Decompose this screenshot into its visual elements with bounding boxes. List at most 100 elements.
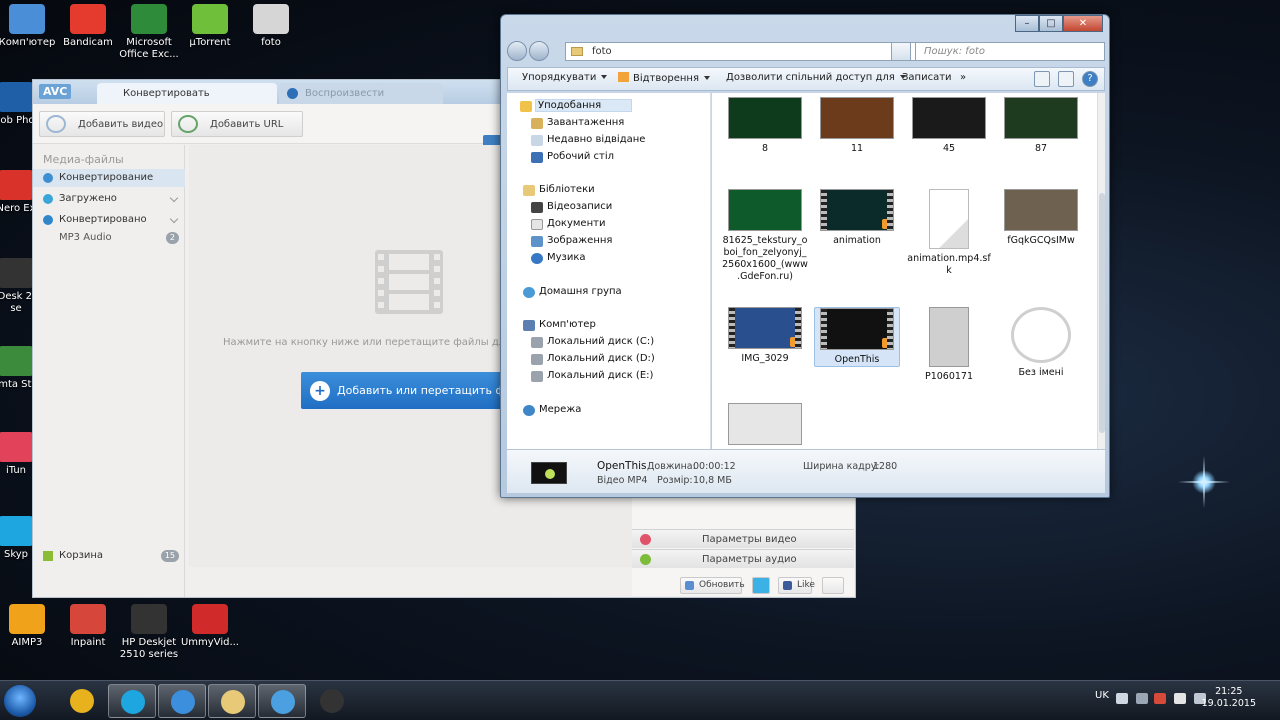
nav-drive-e[interactable]: Локальний диск (E:) [531,370,653,382]
file-list-scrollbar[interactable] [1097,93,1105,467]
search-input[interactable]: Пошук: foto [915,42,1105,61]
nav-favorites[interactable]: Уподобання [520,99,633,112]
sidebar-item-label: Конвертировано [59,214,147,225]
file-item[interactable]: 8 [722,97,808,155]
desktop-icon [531,152,543,163]
keyboard-icon[interactable] [1116,693,1128,704]
update-icon [685,581,694,590]
app-icon [9,4,45,34]
dropdown-arrow-icon [703,76,710,80]
nav-computer[interactable]: Комп'ютер [523,319,596,331]
chevron-down-icon[interactable] [169,214,179,224]
file-item[interactable]: 87 [998,97,1084,155]
avc-icon [271,690,295,714]
burn-button[interactable]: Записати [902,72,952,83]
sidebar-item-converted[interactable]: Конвертировано [33,211,185,229]
file-item[interactable]: OpenThis [814,307,900,367]
sidebar-item-converting[interactable]: Конвертирование [33,169,185,187]
file-item[interactable]: fGqkGCQsIMw [998,189,1084,247]
twitter-button[interactable] [752,577,770,594]
duration-label: Довжина: [647,461,696,472]
chevron-down-icon[interactable] [169,193,179,203]
nav-pictures[interactable]: Зображення [531,235,612,247]
volume-icon[interactable] [1174,693,1186,704]
taskbar-app-internet-explorer[interactable] [158,684,206,718]
audio-params-button[interactable]: Параметры аудио [632,549,854,568]
more-commands-button[interactable]: » [960,72,966,83]
minimize-button[interactable]: – [1015,15,1039,32]
refresh-button[interactable] [891,42,911,61]
sidebar-item-trash[interactable]: Корзина 15 [33,547,185,565]
scrollbar-thumb[interactable] [1099,193,1105,433]
sidebar-title: Медиа-файлы [43,153,124,166]
nav-recent[interactable]: Недавно відвідане [531,134,645,146]
share-menu[interactable]: Дозволити спільний доступ для [726,72,906,83]
desktop-icon-top-4[interactable]: foto [233,4,309,49]
add-video-button[interactable]: Добавить видео [39,111,165,137]
sidebar-item-mp3-audio[interactable]: MP3 Audio 2 [33,229,185,247]
close-button[interactable]: ✕ [1063,15,1103,32]
tray-expand-icon[interactable] [1136,693,1148,704]
add-url-button[interactable]: Добавить URL [171,111,303,137]
file-item[interactable]: animation [814,189,900,247]
sidebar-item-label: MP3 Audio [59,232,112,243]
sidebar-item-downloaded[interactable]: Загружено [33,190,185,208]
tab-convert[interactable]: Конвертировать [97,83,277,104]
nav-drive-d[interactable]: Локальний диск (D:) [531,353,655,365]
app-icon [131,4,167,34]
video-params-button[interactable]: Параметры видео [632,529,854,548]
file-item[interactable]: P1060171 [906,307,992,383]
facebook-like-button[interactable]: Like [778,577,815,594]
taskbar-app-media[interactable] [308,684,356,718]
file-item[interactable]: 45 [906,97,992,155]
alert-icon[interactable] [1154,693,1166,704]
add-url-icon [178,115,198,133]
file-item[interactable]: 81625_tekstury_oboi_fon_zelyonyj_2560x16… [722,189,808,283]
system-clock[interactable]: 21:25 19.01.2015 [1202,686,1256,710]
nav-videos[interactable]: Відеозаписи [531,201,613,213]
organize-menu[interactable]: Упорядкувати [522,72,608,83]
file-item[interactable]: 11 [814,97,900,155]
star-icon [520,101,532,112]
tab-play[interactable]: Воспроизвести [279,83,443,104]
add-files-button[interactable]: + Добавить или перетащить файлы [301,372,534,409]
file-thumbnail [728,307,802,349]
taskbar [0,680,1280,720]
nav-downloads[interactable]: Завантаження [531,117,624,129]
nav-documents[interactable]: Документи [531,218,605,230]
nav-libraries[interactable]: Бібліотеки [523,184,595,196]
taskbar-app-explorer[interactable] [208,684,256,718]
start-button[interactable] [4,685,36,717]
app-icon [0,346,34,376]
nav-label: Відеозаписи [547,201,613,212]
nav-desktop[interactable]: Робочий стіл [531,151,614,163]
nav-drive-c[interactable]: Локальний диск (C:) [531,336,654,348]
file-item[interactable]: animation.mp4.sfk [906,189,992,277]
taskbar-app-chrome[interactable] [58,684,106,718]
video-play-icon [790,337,800,347]
language-indicator[interactable]: UK [1095,690,1109,701]
add-video-label: Добавить видео [78,119,164,130]
file-thumbnail [820,189,894,231]
convert-icon [43,173,53,183]
view-options-icon[interactable] [1034,71,1050,87]
nav-homegroup[interactable]: Домашня група [523,286,622,298]
update-button[interactable]: Обновить [680,577,745,594]
preview-pane-icon[interactable] [1058,71,1074,87]
audio-params-label: Параметры аудио [702,554,797,565]
address-bar[interactable]: foto [565,42,923,61]
help-icon[interactable]: ? [1082,71,1098,87]
file-item[interactable]: Без імені [998,307,1084,379]
play-label: Відтворення [633,73,699,84]
menu-button[interactable] [822,577,844,594]
maximize-button[interactable]: □ [1039,15,1063,32]
forward-button[interactable] [529,41,549,61]
nav-music[interactable]: Музика [531,252,586,264]
nav-network[interactable]: Мережа [523,404,581,416]
back-button[interactable] [507,41,527,61]
taskbar-app-skype[interactable] [108,684,156,718]
file-item[interactable]: IMG_3029 [722,307,808,365]
desktop-icon-bottom-3[interactable]: UmmyVid... [172,604,248,649]
play-menu[interactable]: Відтворення [618,72,710,84]
taskbar-app-avc[interactable] [258,684,306,718]
